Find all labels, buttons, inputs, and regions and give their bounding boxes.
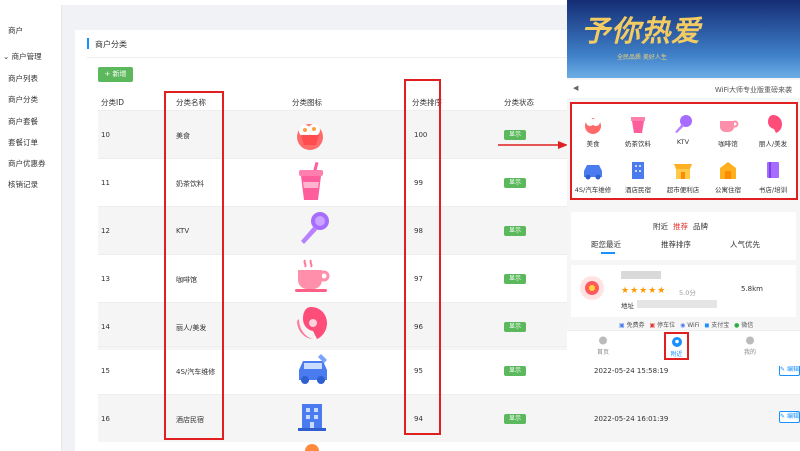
tab-brand[interactable]: 品牌 [693,221,708,232]
microphone-icon [301,212,329,244]
arrow-icon [498,141,568,149]
tab-nearby[interactable]: 附近 [653,221,668,232]
sidebar-item-verification-records[interactable]: 核销记录 [8,179,38,190]
cell-id: 12 [101,227,110,235]
hotel-icon [298,404,326,431]
shop-address-label: 地址 [621,302,634,310]
shop-score: 5.0分 [679,289,696,297]
nearby-panel: 附近 推荐 品牌 距您最近 推荐排序 人气优先 [571,212,796,260]
status-badge: 显示 [504,274,526,284]
sidebar-item-packages[interactable]: 商户套餐 [8,116,38,127]
wifi-icon: ◉ [680,322,686,329]
banner-title: 予你热爱 [581,14,702,48]
banner: 予你热爱 全民品质 美好人生 [567,0,800,78]
bottom-tabbar: 首页 附近 我的 [567,330,800,366]
shop-card[interactable]: ★★★★★ 5.0分 5.8km 地址 [571,265,796,317]
header-icon: 分类图标 [292,98,322,107]
next-row-icon [305,444,319,451]
alipay-icon: ◼ [704,322,710,329]
highlight-sort-column [404,79,441,435]
title-accent [87,38,89,49]
cell-id: 13 [101,275,110,283]
sidebar-item-coupons[interactable]: 商户优惠券 [8,158,46,169]
milk-tea-icon [299,162,323,200]
edit-button[interactable]: ✎ 编辑 [779,411,800,423]
food-icon [297,124,323,150]
cell-id: 14 [101,323,110,331]
beauty-icon [297,307,327,339]
shop-name-blurred [621,271,661,279]
sort-nearest[interactable]: 距您最近 [591,239,621,250]
tab-nearby-highlighted[interactable]: 附近 [664,332,689,360]
status-badge: 显示 [504,130,526,140]
cell-created-time: 2022-05-24 15:58:19 [594,367,669,375]
sidebar-item-package-orders[interactable]: 套餐订单 [8,137,38,148]
shop-distance: 5.8km [741,285,764,293]
cell-id: 16 [101,415,110,423]
status-badge: 显示 [504,366,526,376]
header-status: 分类状态 [504,98,534,107]
status-badge: 显示 [504,322,526,332]
coupon-icon: ▣ [619,322,625,329]
notice-bar[interactable]: ◀ WiFi大师专业版重磅来袭 [567,80,800,98]
cell-created-time: 2022-05-24 16:01:39 [594,415,669,423]
sidebar-item-merchant-category[interactable]: 商户分类 [8,94,38,105]
shop-address-blurred [637,300,717,308]
status-badge: 显示 [504,414,526,424]
sort-recommend[interactable]: 推荐排序 [661,239,691,250]
location-icon [671,337,682,347]
tab-recommend[interactable]: 推荐 [673,221,688,232]
sidebar-item-merchant[interactable]: 商户 [8,25,23,36]
notice-text: WiFi大师专业版重磅来袭 [714,86,792,94]
header-id: 分类ID [101,98,124,107]
page-title: 商户分类 [95,40,127,49]
sidebar-item-merchant-list[interactable]: 商户列表 [8,73,38,84]
sidebar-group-merchant-management[interactable]: ⌄ 商户管理 [3,51,42,62]
tab-profile[interactable]: 我的 [739,336,761,356]
highlight-name-column [164,91,224,440]
active-sort-underline [601,252,615,254]
wechat-icon: ● [734,322,740,329]
highlight-phone-grid [570,102,798,200]
cell-id: 10 [101,131,110,139]
shop-logo [580,276,604,300]
status-badge: 显示 [504,226,526,236]
phone-preview: 予你热爱 全民品质 美好人生 ◀ WiFi大师专业版重磅来袭 美食 奶茶饮料 K… [567,0,800,366]
cell-id: 15 [101,367,110,375]
rating-stars: ★★★★★ [621,286,667,296]
sort-popularity[interactable]: 人气优先 [730,239,760,250]
car-repair-icon [299,354,327,384]
status-badge: 显示 [504,178,526,188]
coffee-icon [295,259,330,292]
tab-home[interactable]: 首页 [592,336,614,356]
sidebar: 商户 ⌄ 商户管理 商户列表 商户分类 商户套餐 套餐订单 商户优惠券 核销记录 [0,5,62,451]
banner-subtitle: 全民品质 美好人生 [617,54,667,61]
feature-tags: ▣ 免费券 ▣ 停车位 ◉ WiFi ◼ 支付宝 ● 微信 [619,322,754,329]
profile-icon [746,336,754,345]
home-icon [599,336,607,345]
add-button[interactable]: + 新增 [98,67,133,82]
cell-id: 11 [101,179,110,187]
speaker-icon: ◀ [573,84,579,92]
parking-icon: ▣ [649,322,656,329]
